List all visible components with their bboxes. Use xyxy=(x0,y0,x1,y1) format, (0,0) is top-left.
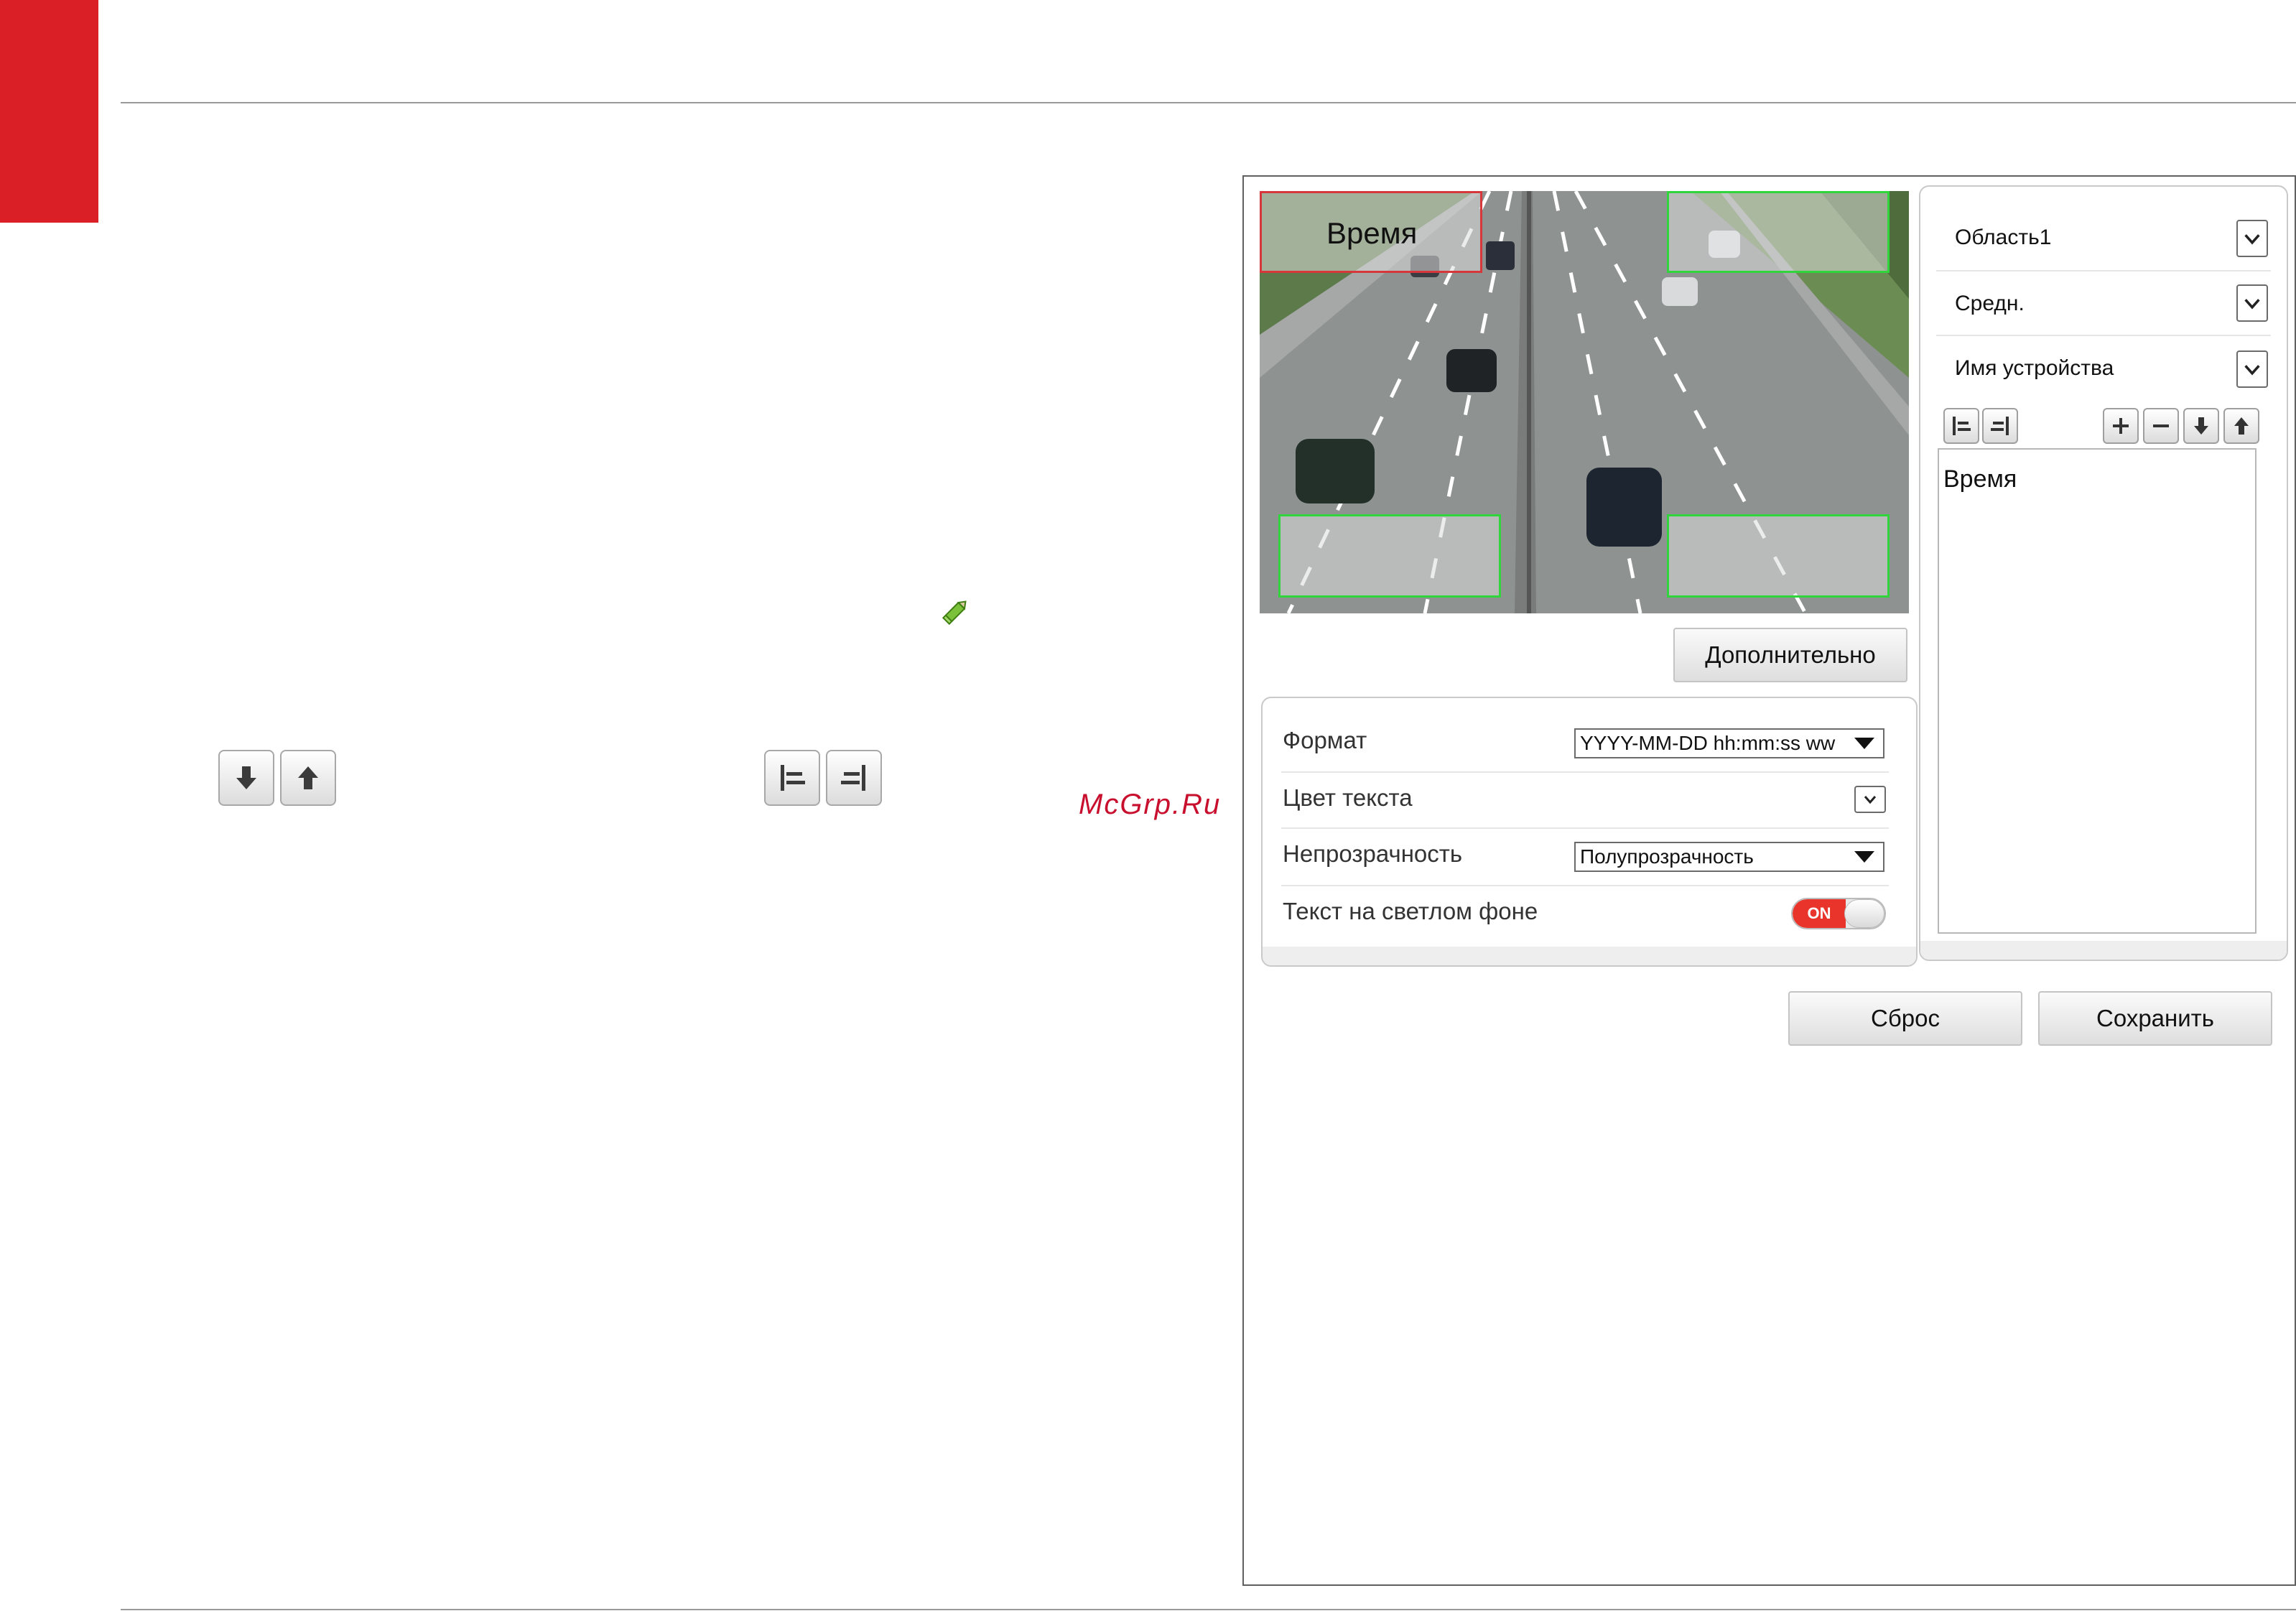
chevron-down-icon xyxy=(2244,234,2260,245)
text-color-label: Цвет текста xyxy=(1283,784,1413,811)
osd-text-value: Время xyxy=(1943,465,2017,493)
align-right-icon xyxy=(1991,417,2009,435)
move-down-icon xyxy=(2194,417,2208,435)
align-left-icon xyxy=(1953,417,1971,435)
row-divider xyxy=(1936,270,2271,271)
content-select-dropdown[interactable] xyxy=(2236,350,2268,388)
osd-region-bottom-right[interactable] xyxy=(1667,514,1890,598)
light-background-toggle[interactable]: ON xyxy=(1791,898,1886,929)
footer-divider xyxy=(121,1609,2296,1610)
format-value: YYYY-MM-DD hh:mm:ss ww xyxy=(1580,732,1836,754)
osd-text-input[interactable]: Время xyxy=(1938,448,2257,934)
size-select-value: Средн. xyxy=(1955,292,2025,315)
panel-footer xyxy=(1263,947,1916,965)
plus-icon xyxy=(2113,418,2129,434)
toggle-knob xyxy=(1844,899,1884,928)
watermark: McGrp.Ru xyxy=(1079,789,1222,820)
osd-region-bottom-left[interactable] xyxy=(1278,514,1501,598)
move-down-button[interactable] xyxy=(2183,408,2219,444)
chevron-down-icon xyxy=(1854,738,1874,749)
align-right-icon xyxy=(826,750,882,806)
format-label: Формат xyxy=(1283,727,1367,753)
area-select-value: Область1 xyxy=(1955,226,2052,249)
light-background-label: Текст на светлом фоне xyxy=(1283,898,1538,924)
add-button[interactable] xyxy=(2103,408,2139,444)
move-down-icon xyxy=(218,750,274,806)
video-preview[interactable]: Время xyxy=(1260,191,1909,613)
row-divider xyxy=(1281,885,1889,886)
remove-button[interactable] xyxy=(2143,408,2179,444)
toggle-on-label: ON xyxy=(1793,899,1846,928)
section-tab-marker xyxy=(0,0,98,223)
row-divider xyxy=(1281,771,1889,773)
opacity-value: Полупрозрачность xyxy=(1580,845,1754,868)
opacity-label: Непрозрачность xyxy=(1283,840,1463,867)
size-select-dropdown[interactable] xyxy=(2236,284,2268,322)
move-up-button[interactable] xyxy=(2223,408,2259,444)
move-up-icon xyxy=(280,750,336,806)
advanced-button[interactable]: Дополнительно xyxy=(1673,628,1907,682)
chevron-down-icon[interactable] xyxy=(1854,786,1886,813)
chevron-down-icon xyxy=(2244,365,2260,376)
row-divider xyxy=(1281,827,1889,829)
align-left-button[interactable] xyxy=(1943,408,1979,444)
pencil-icon xyxy=(939,595,972,628)
move-up-icon xyxy=(2234,417,2249,435)
panel-footer xyxy=(1920,941,2287,960)
content-select-value: Имя устройства xyxy=(1955,356,2114,380)
header-divider xyxy=(121,102,2296,103)
osd-region-label: Время xyxy=(1326,216,1418,250)
align-right-button[interactable] xyxy=(1982,408,2018,444)
text-color-select[interactable] xyxy=(1574,786,1886,814)
area-select-dropdown[interactable] xyxy=(2236,220,2268,257)
chevron-down-icon xyxy=(1854,851,1874,863)
save-button[interactable]: Сохранить xyxy=(2038,991,2272,1046)
align-left-icon xyxy=(764,750,820,806)
minus-icon xyxy=(2153,424,2169,427)
row-divider xyxy=(1936,335,2271,336)
chevron-down-icon xyxy=(2244,299,2260,310)
opacity-select[interactable]: Полупрозрачность xyxy=(1574,842,1884,872)
format-select[interactable]: YYYY-MM-DD hh:mm:ss ww xyxy=(1574,728,1884,758)
osd-region-time[interactable]: Время xyxy=(1260,191,1482,273)
reset-button[interactable]: Сброс xyxy=(1788,991,2022,1046)
osd-region-top-right[interactable] xyxy=(1667,191,1890,273)
